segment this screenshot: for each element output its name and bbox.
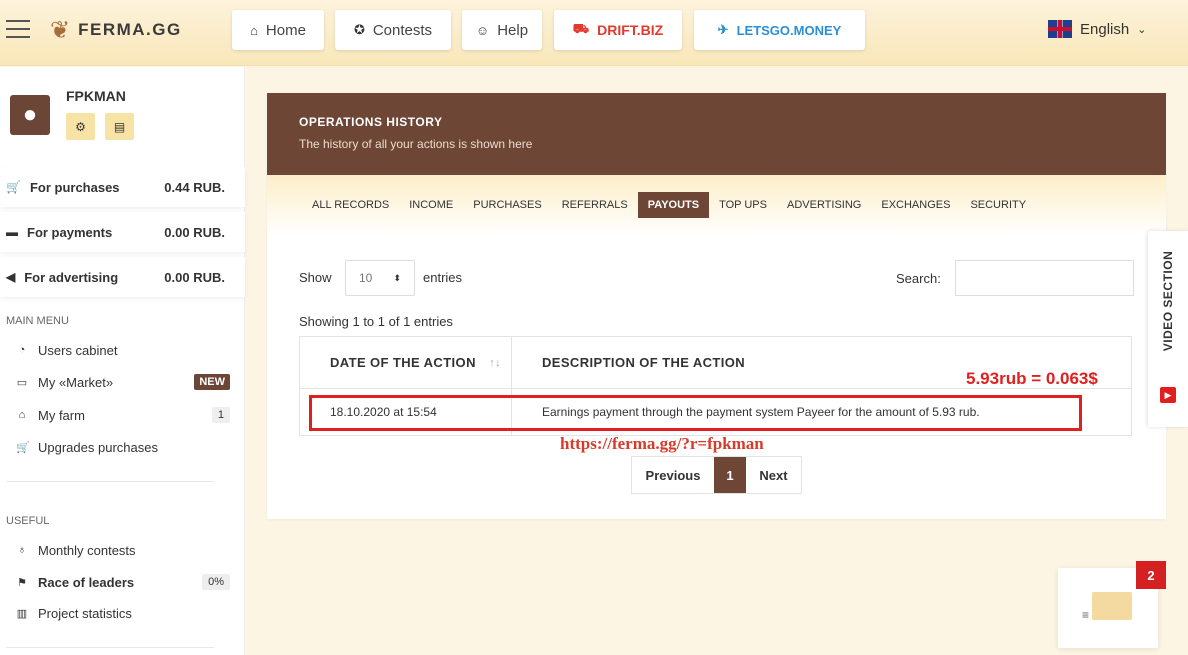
- divider: [6, 647, 214, 648]
- tab-all-records[interactable]: ALL RECORDS: [302, 192, 399, 218]
- nav-help-button[interactable]: ☺ Help: [462, 10, 542, 50]
- menu-my-farm[interactable]: ⌂ My farm 1: [16, 403, 230, 427]
- sidebar: ● FPKMAN ⚙ ▤ 🛒 For purchases 0.44 RUB. ▬ F…: [0, 67, 245, 655]
- wallet-icon: ▬: [6, 225, 18, 239]
- divider: [6, 481, 214, 482]
- tab-purchases[interactable]: PURCHASES: [463, 192, 551, 218]
- menu-market[interactable]: ▭ My «Market» NEW: [16, 370, 230, 394]
- menu-upgrades[interactable]: 🛒 Upgrades purchases: [16, 435, 230, 459]
- updown-icon: ⬍: [393, 272, 401, 283]
- settings-button[interactable]: ⚙: [66, 113, 95, 140]
- menu-race-of-leaders[interactable]: ⚑ Race of leaders 0%: [16, 570, 230, 594]
- nav-contests-button[interactable]: ✪ Contests: [335, 10, 451, 50]
- main-menu-title: MAIN MENU: [6, 315, 69, 327]
- previous-button[interactable]: Previous: [632, 457, 714, 493]
- megaphone-icon: ◀: [6, 270, 16, 284]
- menu-icon[interactable]: [6, 20, 30, 40]
- tab-income[interactable]: INCOME: [399, 192, 463, 218]
- page-title: OPERATIONS HISTORY: [299, 115, 443, 129]
- balance-payments: ▬ For payments 0.00 RUB.: [0, 212, 245, 252]
- next-button[interactable]: Next: [746, 457, 801, 493]
- top-header: ❦ FERMA.GG ⌂ Home ✪ Contests ☺ Help ⛟ DRIFT.…: [0, 0, 1188, 66]
- useful-title: USEFUL: [6, 515, 50, 527]
- annotation-rate: 5.93rub = 0.063$: [966, 369, 1098, 388]
- tab-advertising[interactable]: ADVERTISING: [777, 192, 871, 218]
- cart-icon: 🛒: [6, 180, 21, 194]
- nav-home-button[interactable]: ⌂ Home: [232, 10, 324, 50]
- award-icon: ♁: [17, 544, 27, 556]
- username: FPKMAN: [66, 88, 126, 104]
- page-size-select[interactable]: 10 ⬍: [345, 260, 415, 296]
- show-label: Show: [299, 270, 332, 285]
- support-icon: ☺: [475, 22, 490, 38]
- menu-users-cabinet[interactable]: ◔ Users cabinet: [16, 338, 230, 362]
- speed-lines-icon: ≡: [1082, 608, 1090, 622]
- video-section-label: VIDEO SECTION: [1161, 250, 1175, 352]
- card-header: OPERATIONS HISTORY The history of all yo…: [267, 93, 1166, 175]
- new-badge: NEW: [194, 374, 230, 390]
- chevron-down-icon: ⌄: [1137, 23, 1147, 36]
- search-label: Search:: [896, 271, 941, 286]
- balance-purchases: 🛒 For purchases 0.44 RUB.: [0, 167, 245, 207]
- tab-referrals[interactable]: REFERRALS: [552, 192, 638, 218]
- avatar[interactable]: ●: [10, 95, 50, 135]
- wheat-icon: ❦: [50, 16, 71, 44]
- book-icon: ▤: [113, 119, 126, 134]
- tabs-bar: ALL RECORDS INCOME PURCHASES REFERRALS P…: [267, 175, 1166, 235]
- tab-security[interactable]: SECURITY: [960, 192, 1036, 218]
- percent-badge: 0%: [202, 574, 230, 590]
- store-icon: ▭: [16, 376, 28, 389]
- entries-label: entries: [423, 270, 463, 285]
- home-icon: ⌂: [250, 22, 258, 38]
- dashboard-icon: ◔: [18, 344, 26, 356]
- nav-letsgo-button[interactable]: ✈ LETSGO.MONEY: [694, 10, 865, 50]
- sort-icon: ↑↓: [489, 356, 501, 369]
- video-section-tab[interactable]: VIDEO SECTION ▶: [1148, 231, 1188, 427]
- col-date-header[interactable]: DATE OF THE ACTION ↑↓: [300, 337, 512, 388]
- flag-icon: ⚑: [17, 576, 27, 589]
- plane-icon: ✈: [717, 22, 729, 37]
- pagination: Previous 1 Next: [631, 456, 802, 494]
- uk-flag-icon: [1048, 20, 1072, 38]
- language-selector[interactable]: English ⌄: [1048, 20, 1146, 38]
- page-1-button[interactable]: 1: [714, 457, 746, 493]
- profile-button[interactable]: ▤: [105, 113, 134, 140]
- logo[interactable]: ❦ FERMA.GG: [50, 15, 182, 45]
- operations-history-card: OPERATIONS HISTORY The history of all yo…: [267, 93, 1166, 519]
- menu-monthly-contests[interactable]: ♁ Monthly contests: [16, 538, 230, 562]
- farm-icon: ⌂: [18, 409, 26, 421]
- balance-advertising: ◀ For advertising 0.00 RUB.: [0, 257, 245, 297]
- envelope-icon: [1092, 592, 1132, 620]
- tab-payouts[interactable]: PAYOUTS: [637, 192, 710, 218]
- count-badge: 1: [211, 407, 230, 423]
- youtube-icon: ▶: [1160, 387, 1176, 403]
- gear-icon: ⚙: [75, 119, 86, 134]
- showing-info: Showing 1 to 1 of 1 entries: [299, 314, 453, 329]
- messages-count-badge: 2: [1136, 561, 1166, 589]
- car-icon: ⛟: [572, 21, 590, 36]
- menu-project-statistics[interactable]: ▥ Project statistics: [16, 601, 230, 625]
- cart-icon: 🛒: [16, 441, 30, 454]
- tab-exchanges[interactable]: EXCHANGES: [871, 192, 960, 218]
- tab-top-ups[interactable]: TOP UPS: [709, 192, 777, 218]
- col-description-header[interactable]: DESCRIPTION OF THE ACTION: [512, 337, 745, 388]
- nav-drift-button[interactable]: ⛟ DRIFT.BIZ: [554, 10, 682, 50]
- search-input[interactable]: [955, 260, 1134, 296]
- page-subtitle: The history of all your actions is shown…: [299, 137, 533, 151]
- medal-icon: ✪: [353, 22, 365, 37]
- logo-text: FERMA.GG: [78, 20, 182, 39]
- highlight-box: [309, 395, 1082, 431]
- user-block: ● FPKMAN ⚙ ▤: [0, 67, 245, 162]
- chart-icon: ▥: [16, 607, 28, 620]
- annotation-referral-link: https://ferma.gg/?r=fpkman: [560, 434, 764, 453]
